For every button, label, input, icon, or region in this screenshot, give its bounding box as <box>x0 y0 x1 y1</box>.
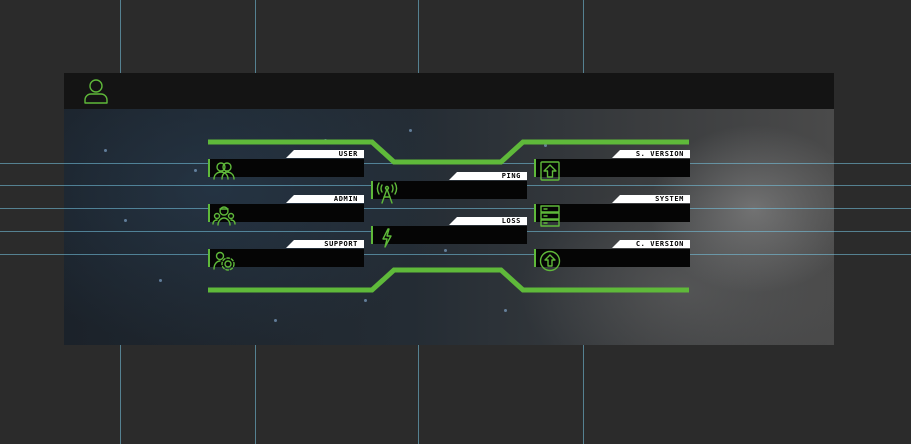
panel-loss: LOSS <box>371 217 527 248</box>
panel-system: SYSTEM <box>534 195 690 227</box>
bolt-icon <box>382 228 392 248</box>
panel-label: S. VERSION <box>612 150 690 158</box>
panel-label: USER <box>286 150 364 158</box>
panel-user: USER <box>208 150 364 180</box>
panel-admin: ADMIN <box>208 195 364 226</box>
guide-horizontal <box>0 163 911 164</box>
panel-s-version: S. VERSION <box>534 150 690 181</box>
users-icon <box>213 162 235 180</box>
antenna-icon <box>376 182 398 204</box>
arrow-up-circle-icon <box>539 250 561 272</box>
user-icon[interactable] <box>82 77 110 105</box>
support-icon <box>213 251 235 271</box>
panel-label: ADMIN <box>286 195 364 203</box>
admin-icon <box>212 206 236 226</box>
panel-c-version: C. VERSION <box>534 240 690 272</box>
panel-label: PING <box>449 172 527 180</box>
guide-horizontal <box>0 208 911 209</box>
panel-support: SUPPORT <box>208 240 364 271</box>
panel-ping: PING <box>371 172 527 204</box>
panel-label: C. VERSION <box>612 240 690 248</box>
guide-horizontal <box>0 254 911 255</box>
upload-icon <box>540 161 560 181</box>
panel-label: SYSTEM <box>612 195 690 203</box>
top-bar <box>64 73 834 109</box>
panel-label: LOSS <box>449 217 527 225</box>
server-icon <box>540 205 560 227</box>
panel-label: SUPPORT <box>286 240 364 248</box>
hud-artboard: USER ADMIN SUPPORT PING LOSS S. VERSION … <box>64 73 834 345</box>
